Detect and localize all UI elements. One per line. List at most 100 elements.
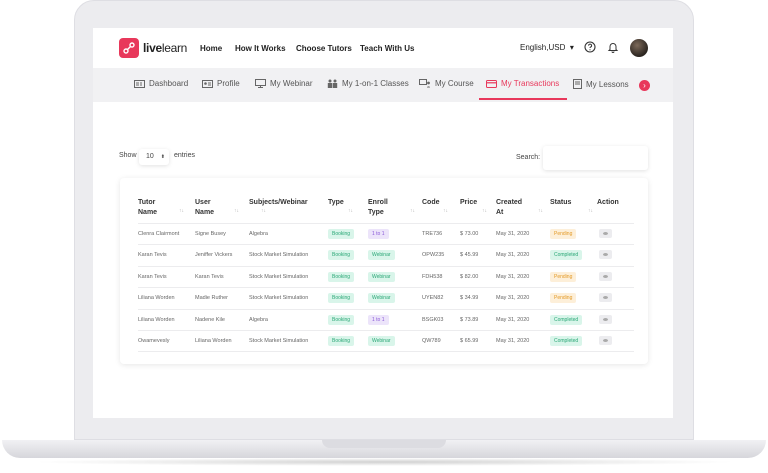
column-header-tutor-name[interactable]: Tutor Name [138, 198, 157, 218]
nav-link-teach-with-us[interactable]: Teach With Us [360, 44, 414, 53]
column-header-line2: Type [368, 209, 384, 216]
type-badge: Booking [328, 293, 355, 304]
tab-my-1on1-classes[interactable]: My 1-on-1 Classes [327, 79, 409, 88]
book-icon [573, 79, 582, 89]
cell-created: May 31, 2020 [496, 316, 530, 323]
tabs-next-arrow-icon[interactable]: › [639, 80, 650, 91]
view-eye-icon[interactable] [599, 229, 612, 238]
tab-my-lessons[interactable]: My Lessons [573, 79, 629, 89]
column-header-line1: User [195, 199, 211, 206]
dashboard-tabs: Dashboard Profile My Webinar My 1-on-1 C… [93, 68, 673, 102]
cell-code: OPW235 [422, 252, 445, 259]
cell-tutor: Clenra Clairmont [138, 231, 180, 237]
view-eye-icon[interactable] [599, 336, 612, 345]
tab-my-course[interactable]: My Course [419, 79, 474, 88]
dashboard-icon [134, 80, 145, 88]
tab-my-transactions[interactable]: My Transactions [486, 79, 559, 88]
sort-arrows-icon[interactable]: ↑↓ [348, 208, 353, 214]
column-header-subjects-webinar[interactable]: Subjects/Webinar [249, 198, 308, 208]
cell-tutor: Owamevesly [138, 338, 170, 344]
column-header-line2: Name [138, 209, 158, 216]
logo-icon[interactable] [119, 38, 139, 58]
column-header-user-name[interactable]: User Name [195, 198, 214, 218]
column-header-action[interactable]: Action [597, 198, 619, 208]
brand-name[interactable]: livelearn [143, 41, 187, 55]
column-header-status[interactable]: Status [550, 198, 571, 208]
enroll-badge: Webinar [368, 271, 395, 282]
column-header-price[interactable]: Price [460, 198, 477, 208]
tab-my-webinar[interactable]: My Webinar [255, 79, 313, 88]
transactions-table: Tutor Name ↑↓ User Name ↑↓ Subjects/Webinar ↑↓ T… [120, 178, 648, 364]
profile-card-icon [202, 80, 213, 88]
nav-link-home[interactable]: Home [200, 44, 222, 53]
cell-created: May 31, 2020 [496, 338, 530, 344]
column-header-enroll-type[interactable]: Enroll Type [368, 198, 388, 218]
table-row[interactable]: Karan Tevis Karan Tevis Stock Market Simul… [138, 265, 634, 287]
table-row[interactable]: Owamevesly Liliana Worden Stock Market Sim… [138, 330, 634, 351]
table-row[interactable]: Liliana Worden Nadene Kile Algebra Booking 1… [138, 308, 634, 330]
sort-arrows-icon[interactable]: ↑↓ [179, 208, 184, 214]
status-badge: Pending [550, 271, 577, 282]
sort-arrows-icon[interactable]: ↑↓ [482, 208, 487, 214]
table-row[interactable]: Liliana Worden Madie Ruther Stock Market S… [138, 287, 634, 308]
tab-dashboard[interactable]: Dashboard [134, 79, 188, 88]
column-header-created-at[interactable]: Created At [496, 198, 522, 218]
select-caret-icon: ⬍ [160, 154, 165, 160]
cell-created: May 31, 2020 [496, 273, 530, 280]
cell-subject: Algebra [249, 231, 268, 237]
column-header-code[interactable]: Code [422, 198, 440, 208]
sort-arrows-icon[interactable]: ↑↓ [410, 208, 415, 214]
sort-arrows-icon[interactable]: ↑↓ [588, 208, 593, 214]
cell-tutor: Liliana Worden [138, 316, 175, 323]
column-header-line2: Code [422, 199, 440, 206]
table-row[interactable]: Clenra Clairmont Signe Busey Algebra Bookin… [138, 223, 634, 244]
column-header-line1: Created [496, 199, 523, 206]
bell-icon[interactable] [607, 41, 619, 53]
sort-arrows-icon[interactable]: ↑↓ [261, 208, 266, 214]
column-header-line1: Enroll [368, 199, 388, 206]
cell-code: FDH538 [422, 273, 443, 280]
cell-price: $ 82.00 [460, 273, 479, 280]
cell-code: TRE736 [422, 231, 443, 237]
cell-price: $ 73.89 [460, 316, 479, 323]
credit-card-icon [486, 80, 497, 88]
tab-profile[interactable]: Profile [202, 79, 240, 88]
cell-price: $ 34.99 [460, 295, 479, 302]
view-eye-icon[interactable] [599, 271, 612, 281]
type-badge: Booking [328, 271, 355, 282]
cell-user: Madie Ruther [195, 295, 229, 302]
table-bottom-divider [138, 351, 634, 353]
column-header-line2: Action [597, 199, 619, 206]
nav-link-how-it-works[interactable]: How It Works [235, 44, 286, 53]
column-header-line2: Price [460, 199, 478, 206]
language-currency-selector[interactable]: English,USD ▾ [520, 43, 574, 52]
type-badge: Booking [328, 229, 355, 239]
cell-created: May 31, 2020 [496, 252, 530, 259]
cell-subject: Stock Market Simulation [249, 273, 309, 280]
table-row[interactable]: Karan Tevis Jeniffer Vickers Stock Market … [138, 244, 634, 265]
view-eye-icon[interactable] [599, 293, 612, 303]
type-badge: Booking [328, 250, 355, 261]
help-icon[interactable] [584, 41, 596, 53]
type-badge: Booking [328, 314, 355, 325]
cell-user: Liliana Worden [195, 338, 232, 344]
cell-subject: Stock Market Simulation [249, 295, 309, 302]
cell-price: $ 65.99 [460, 338, 479, 344]
enroll-badge: 1 to 1 [368, 229, 389, 239]
column-header-type[interactable]: Type [328, 198, 344, 208]
search-input[interactable] [543, 146, 648, 170]
cell-code: BSGK03 [422, 316, 444, 323]
sort-arrows-icon[interactable]: ↑↓ [443, 208, 448, 214]
entries-label: entries [174, 152, 196, 159]
nav-link-choose-tutors[interactable]: Choose Tutors [296, 44, 352, 53]
enroll-badge: Webinar [368, 336, 395, 346]
sort-arrows-icon[interactable]: ↑↓ [234, 208, 239, 214]
cell-subject: Algebra [249, 316, 268, 323]
user-avatar[interactable] [630, 39, 648, 57]
view-eye-icon[interactable] [599, 250, 612, 260]
column-header-line2: Name [195, 209, 215, 216]
sort-arrows-icon[interactable]: ↑↓ [538, 208, 543, 214]
app-screen: livelearn Home How It Works Choose Tutor… [93, 28, 673, 418]
view-eye-icon[interactable] [599, 314, 612, 324]
entries-per-page-select[interactable]: 10 ⬍ [139, 149, 169, 165]
